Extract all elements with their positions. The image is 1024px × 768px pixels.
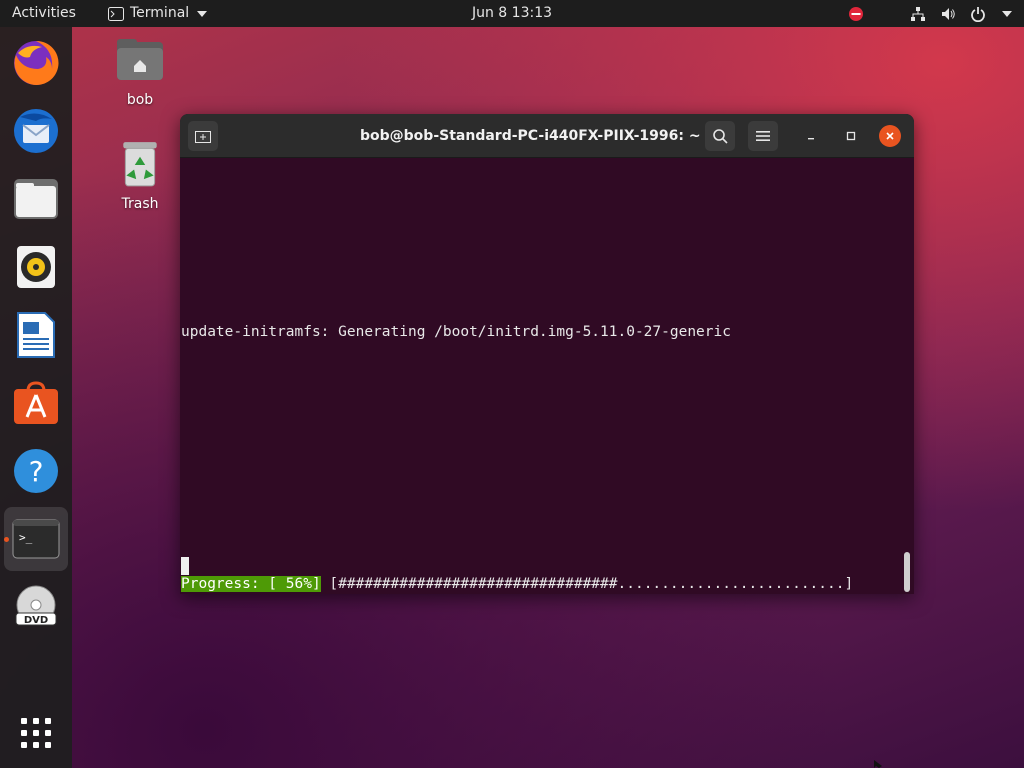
thunderbird-icon (14, 109, 58, 153)
clock[interactable]: Jun 8 13:13 (472, 5, 552, 21)
search-icon (713, 129, 728, 144)
writer-icon (17, 312, 55, 358)
system-tray[interactable] (848, 0, 1012, 27)
progress-bar-text: [################################.......… (320, 576, 854, 592)
dock-item-rhythmbox[interactable] (8, 239, 64, 295)
mouse-pointer-icon (874, 760, 882, 768)
progress-line: Progress: [ 56%] [######################… (181, 576, 853, 592)
dock-item-software[interactable] (8, 375, 64, 431)
terminal-small-icon (108, 6, 124, 21)
volume-icon[interactable] (940, 6, 956, 22)
app-grid-icon (21, 718, 51, 748)
dvd-icon: DVD (15, 585, 57, 626)
activities-button[interactable]: Activities (12, 0, 76, 27)
svg-text:DVD: DVD (24, 615, 48, 626)
terminal-output[interactable]: update-initramfs: Generating /boot/initr… (180, 158, 914, 594)
network-icon[interactable] (910, 6, 926, 22)
minimize-button[interactable] (796, 121, 826, 151)
terminal-window[interactable]: bob@bob-Standard-PC-i440FX-PIIX-1996: ~ … (180, 114, 914, 594)
dock-item-files[interactable] (8, 171, 64, 227)
firefox-icon (14, 40, 59, 85)
minimize-icon (808, 138, 814, 140)
window-title: bob@bob-Standard-PC-i440FX-PIIX-1996: ~ (360, 128, 701, 144)
svg-text:?: ? (29, 455, 44, 488)
software-icon (14, 381, 58, 424)
trash-icon (123, 142, 157, 187)
chevron-down-icon (197, 10, 208, 17)
files-icon (14, 179, 58, 219)
scrollbar[interactable] (904, 552, 910, 592)
svg-text:>_: >_ (19, 531, 33, 544)
dock-item-dvd[interactable]: DVD (8, 579, 64, 635)
do-not-disturb-icon[interactable] (848, 6, 864, 22)
home-folder-icon (117, 39, 163, 80)
app-menu[interactable]: Terminal (108, 0, 208, 27)
terminal-icon: >_ (12, 519, 60, 559)
dock-item-thunderbird[interactable] (8, 103, 64, 159)
power-icon[interactable] (970, 6, 986, 22)
terminal-cursor (181, 557, 189, 575)
desktop-icon-home[interactable]: bob (110, 36, 170, 108)
top-bar: Activities Terminal Jun 8 13:13 (0, 0, 1024, 27)
terminal-headerbar[interactable]: bob@bob-Standard-PC-i440FX-PIIX-1996: ~ (180, 114, 914, 158)
terminal-line-initramfs: update-initramfs: Generating /boot/initr… (181, 324, 731, 340)
dock-item-show-apps[interactable] (8, 705, 64, 761)
dock: ? >_ DVD (0, 27, 72, 768)
dock-item-writer[interactable] (8, 307, 64, 363)
desktop-icon-home-label: bob (126, 92, 154, 108)
hamburger-icon (756, 131, 770, 141)
app-menu-label: Terminal (130, 5, 190, 21)
close-button[interactable] (879, 125, 901, 147)
dock-item-help[interactable]: ? (8, 443, 64, 499)
running-indicator (4, 537, 9, 542)
menu-button[interactable] (748, 121, 778, 151)
maximize-button[interactable] (836, 121, 866, 151)
maximize-icon (846, 131, 856, 141)
new-tab-icon (195, 131, 211, 143)
rhythmbox-icon (17, 246, 55, 288)
desktop-icon-trash-label: Trash (121, 196, 159, 212)
desktop-icon-trash[interactable]: Trash (110, 140, 170, 212)
dock-item-firefox[interactable] (8, 35, 64, 91)
close-icon (886, 132, 894, 140)
help-icon: ? (14, 449, 58, 493)
progress-label: Progress: [ 56%] (181, 576, 321, 592)
system-menu-chevron-icon[interactable] (1002, 10, 1012, 17)
new-tab-button[interactable] (188, 121, 218, 151)
search-button[interactable] (705, 121, 735, 151)
dock-item-terminal[interactable]: >_ (4, 507, 68, 571)
